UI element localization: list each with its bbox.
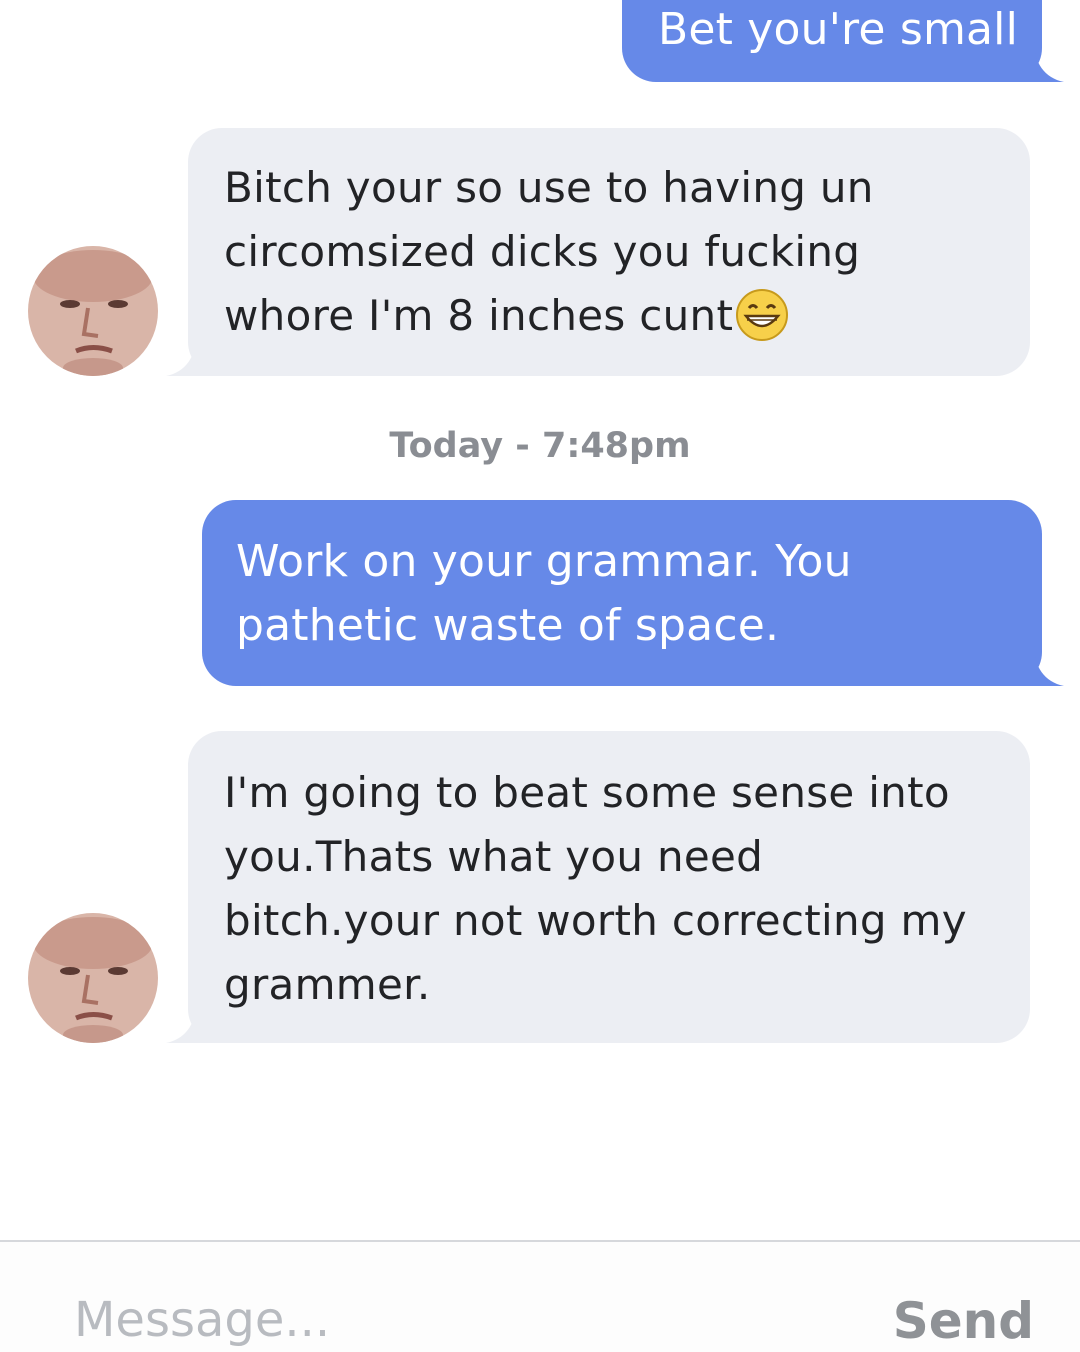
outgoing-message-bubble[interactable]: Bet you're small bbox=[622, 0, 1064, 82]
contact-avatar[interactable] bbox=[28, 246, 158, 376]
message-text: I'm going to beat some sense into you.Th… bbox=[224, 768, 967, 1009]
message-composer: Message... Send bbox=[0, 1240, 1080, 1352]
message-text: Work on your grammar. You pathetic waste… bbox=[236, 536, 852, 651]
bubble-tail-icon bbox=[166, 1003, 226, 1043]
outgoing-message-bubble[interactable]: Work on your grammar. You pathetic waste… bbox=[202, 500, 1064, 686]
bubble-tail-icon bbox=[166, 336, 226, 376]
message-text: Bet you're small bbox=[658, 4, 1019, 55]
incoming-message-bubble[interactable]: Bitch your so use to having un circomsiz… bbox=[166, 128, 1030, 376]
avatar-face-icon bbox=[28, 246, 158, 376]
avatar-face-icon bbox=[28, 913, 158, 1043]
contact-avatar[interactable] bbox=[28, 913, 158, 1043]
send-button[interactable]: Send bbox=[893, 1292, 1034, 1350]
grinning-face-emoji-icon bbox=[736, 289, 789, 341]
message-timestamp: Today - 7:48pm bbox=[389, 426, 691, 466]
incoming-message-bubble[interactable]: I'm going to beat some sense into you.Th… bbox=[166, 731, 1030, 1043]
message-input[interactable]: Message... bbox=[74, 1292, 330, 1348]
